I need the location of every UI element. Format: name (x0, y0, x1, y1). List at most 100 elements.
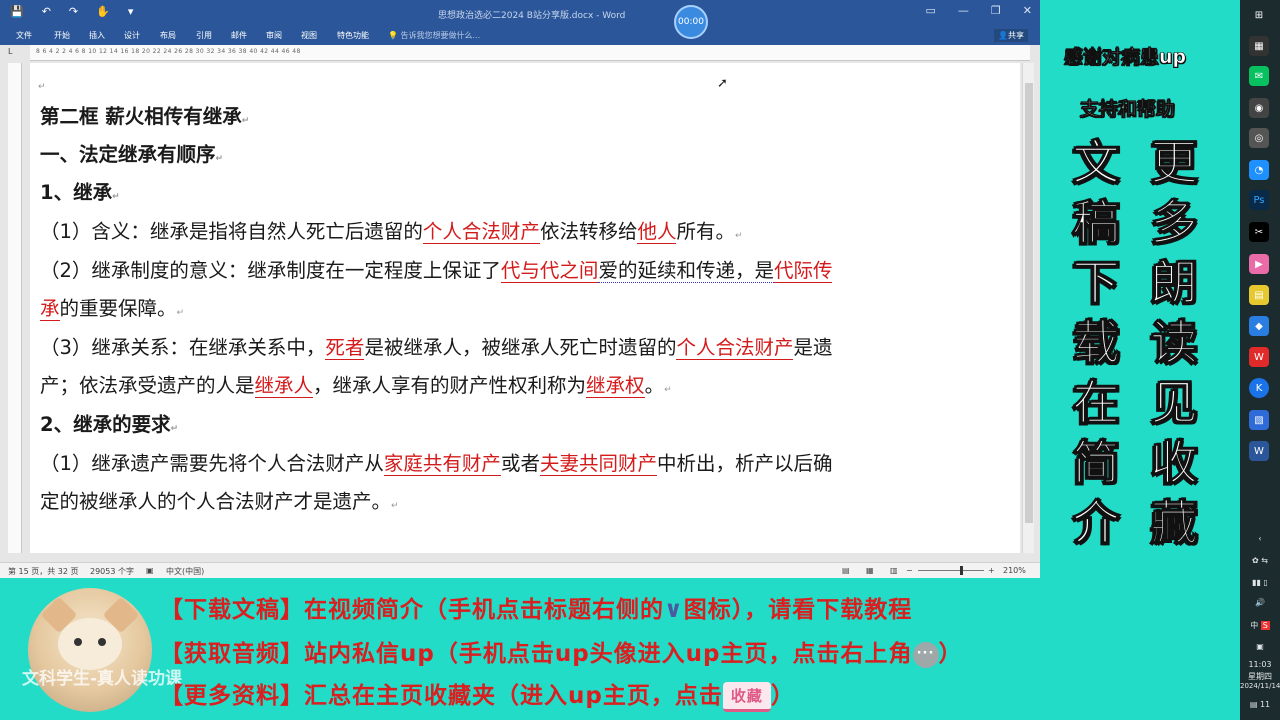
banner-audio: 【获取音频】站内私信up（手机点击up头像进入up主页，点击右上角 ···） (160, 641, 963, 668)
minimize-button[interactable]: — (958, 4, 969, 17)
document-page[interactable]: ↵ 第二框 薪火相传有继承↵ 一、法定继承有顺序↵ 1、继承↵ （1）含义：继承… (30, 63, 1020, 553)
wechat-icon[interactable]: ✉ (1249, 66, 1269, 86)
notification-center[interactable]: ▤ 11 (1240, 700, 1280, 709)
clock-date[interactable]: 2024/11/14 (1240, 682, 1280, 690)
zoom-out-button[interactable]: − (906, 566, 913, 575)
notes-icon[interactable]: ▤ (1249, 285, 1269, 305)
media-app-icon[interactable]: ▶ (1249, 254, 1269, 274)
share-label: 共享 (1008, 31, 1024, 40)
tab-references[interactable]: 引用 (196, 30, 212, 41)
web-layout-icon[interactable]: ▥ (890, 566, 898, 575)
tab-insert[interactable]: 插入 (89, 30, 105, 41)
quick-access-toolbar: 💾 ↶ ↷ ✋ ▾ (10, 5, 133, 18)
close-button[interactable]: ✕ (1023, 4, 1032, 17)
read-mode-icon[interactable]: ▤ (842, 566, 850, 575)
sub-heading-inheritance: 1、继承↵ (40, 181, 120, 204)
paragraph-significance: （2）继承制度的意义：继承制度在一定程度上保证了代与代之间爱的延续和传递，是代际… (40, 259, 833, 283)
ime-indicator[interactable]: 中 S (1240, 620, 1280, 631)
zoom-slider-thumb[interactable] (960, 566, 963, 575)
word-app-icon[interactable]: W (1249, 441, 1269, 461)
display-icon[interactable]: ▣ (1240, 642, 1280, 651)
paragraph-significance-cont: 承的重要保障。↵ (40, 297, 185, 321)
volume-icon[interactable]: 🔊 (1240, 598, 1280, 607)
cat-eye-left (74, 638, 82, 646)
status-bar: 第 15 页，共 32 页 29053 个字 ▣ 中文(中国) ▤ ▦ ▥ − … (0, 562, 1040, 578)
windows-start-icon[interactable]: ⊞ (1249, 5, 1269, 25)
mascot-icon[interactable]: ◎ (1249, 128, 1269, 148)
tab-file[interactable]: 文件 (16, 30, 32, 41)
restore-button[interactable]: ❐ (991, 4, 1001, 17)
collect-button: 收藏 (722, 681, 771, 712)
app-icon[interactable]: ▦ (1249, 36, 1269, 56)
document-title: 思想政治选必二2024 B站分享版.docx - Word (438, 11, 626, 21)
notification-icon: ▤ (1249, 700, 1258, 709)
recording-timer[interactable]: 00:00 (674, 5, 708, 39)
scroll-thumb[interactable] (1025, 83, 1033, 523)
more-options-icon: ··· (912, 641, 939, 668)
paragraph-definition: （1）含义：继承是指将自然人死亡后遗留的个人合法财产依法转移给他人所有。↵ (40, 220, 743, 244)
promo-support: 支持和帮助 (1080, 98, 1176, 121)
touch-mode-icon[interactable]: ✋ (96, 5, 110, 18)
clock-time[interactable]: 11:03 (1240, 660, 1280, 669)
zoom-in-button[interactable]: + (988, 566, 995, 575)
paragraph-mark: ↵ (38, 82, 46, 92)
clock-weekday[interactable]: 星期四 (1240, 671, 1280, 682)
tab-review[interactable]: 审阅 (266, 30, 282, 41)
banner-download: 【下载文稿】在视频简介（手机点击标题右侧的∨图标），请看下载教程 (160, 597, 913, 623)
browser-icon[interactable]: ◔ (1249, 160, 1269, 180)
window-controls: ▭ — ❐ ✕ (926, 4, 1033, 17)
promo-thanks: 感谢对病患up (1064, 46, 1187, 69)
page-count[interactable]: 第 15 页，共 32 页 (8, 566, 79, 577)
print-layout-icon[interactable]: ▦ (866, 566, 874, 575)
paragraph-relationship: （3）继承关系：在继承关系中，死者是被继承人，被继承人死亡时遗留的个人合法财产是… (40, 336, 833, 360)
feishu-icon[interactable]: ◆ (1249, 316, 1269, 336)
redo-icon[interactable]: ↷ (69, 5, 78, 18)
undo-icon[interactable]: ↶ (42, 5, 51, 18)
word-count[interactable]: 29053 个字 (90, 566, 134, 577)
vertical-ruler[interactable] (8, 63, 22, 553)
chevron-down-icon: ∨ (664, 597, 684, 623)
tab-layout[interactable]: 布局 (160, 30, 176, 41)
network-icon[interactable]: ▮▮ ▯ (1240, 578, 1280, 587)
cat-eye-right (98, 638, 106, 646)
share-button[interactable]: 👤共享 (994, 29, 1028, 42)
capcut-icon[interactable]: ✂ (1249, 222, 1269, 242)
photos-icon[interactable]: ▧ (1249, 410, 1269, 430)
doc-title: 第二框 薪火相传有继承↵ (40, 105, 250, 128)
tab-home[interactable]: 开始 (54, 30, 70, 41)
paragraph-relationship-cont: 产；依法承受遗产的人是继承人，继承人享有的财产性权利称为继承权。↵ (40, 374, 672, 398)
record-icon[interactable]: ◉ (1249, 98, 1269, 118)
lightbulb-icon: 💡 (388, 31, 401, 40)
photoshop-icon[interactable]: Ps (1249, 190, 1269, 210)
tray-icons[interactable]: ✿ ⇆ (1240, 556, 1280, 565)
language[interactable]: 中文(中国) (166, 566, 204, 577)
save-icon[interactable]: 💾 (10, 5, 24, 18)
taskbar: ⊞ ▦ ✉ ◉ ◎ ◔ Ps ✂ ▶ ▤ ◆ W K ▧ W ‹ ✿ ⇆ ▮▮ … (1240, 0, 1280, 720)
paragraph-requirement-cont: 定的被继承人的个人合法财产才是遗产。↵ (40, 490, 399, 513)
ribbon-tabs: 文件 开始 插入 设计 布局 引用 邮件 审阅 视图 特色功能 💡 告诉我您想要… (0, 27, 1040, 45)
zoom-slider[interactable] (918, 570, 984, 571)
watermark: 文科学生-真人读功课 (22, 669, 183, 689)
banner-more: 【更多资料】汇总在主页收藏夹（进入up主页，点击 收藏） (160, 676, 795, 712)
tab-mailings[interactable]: 邮件 (231, 30, 247, 41)
paragraph-requirement: （1）继承遗产需要先将个人合法财产从家庭共有财产或者夫妻共同财产中析出，析产以后… (40, 452, 833, 476)
tell-me-search[interactable]: 💡 告诉我您想要做什么... (388, 30, 480, 41)
ruler-numbers: 8 6 4 2 2 4 6 8 10 12 14 16 18 20 22 24 … (36, 48, 301, 55)
k-app-icon[interactable]: K (1249, 378, 1269, 398)
wps-icon[interactable]: W (1249, 347, 1269, 367)
chevron-up-icon[interactable]: ‹ (1240, 534, 1280, 543)
tell-me-label: 告诉我您想要做什么... (400, 31, 481, 40)
promo-column-right: 更多朗读见收藏 (1150, 136, 1198, 552)
proofing-icon[interactable]: ▣ (146, 566, 154, 575)
vertical-scrollbar[interactable] (1022, 63, 1034, 553)
customize-qat-icon[interactable]: ▾ (128, 5, 134, 18)
cat-face (58, 618, 122, 670)
tab-design[interactable]: 设计 (124, 30, 140, 41)
ribbon-options-icon[interactable]: ▭ (926, 4, 936, 17)
horizontal-ruler[interactable]: 8 6 4 2 2 4 6 8 10 12 14 16 18 20 22 24 … (30, 45, 1030, 61)
tab-special[interactable]: 特色功能 (337, 30, 369, 41)
section-heading: 一、法定继承有顺序↵ (40, 143, 224, 166)
zoom-level[interactable]: 210% (1003, 566, 1026, 575)
tab-view[interactable]: 视图 (301, 30, 317, 41)
tab-stop-selector[interactable]: L (8, 47, 12, 56)
